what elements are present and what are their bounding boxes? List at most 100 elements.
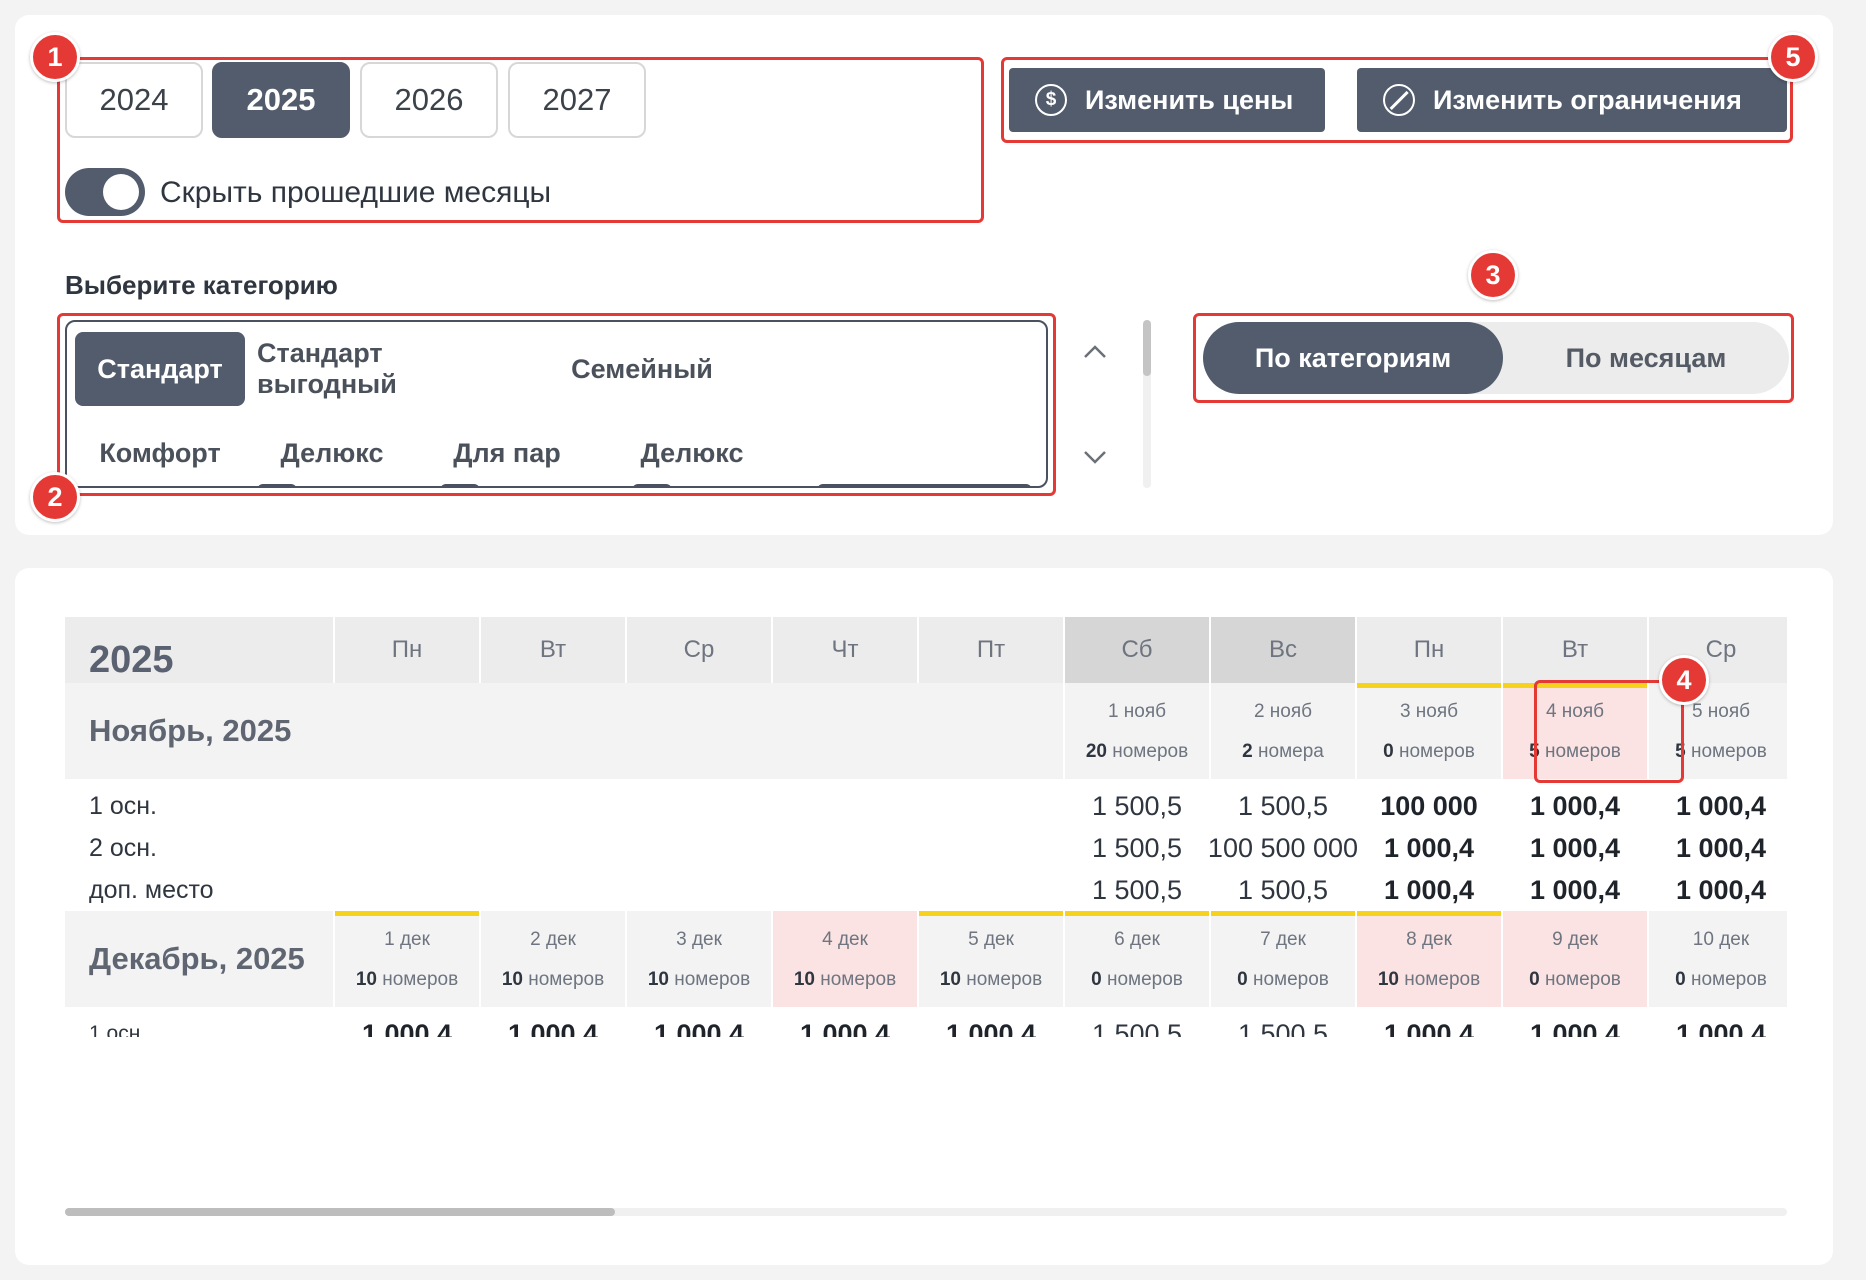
day-cell[interactable]: 3 нояб 0 номеров <box>1357 683 1501 779</box>
weekday-header: Чт <box>773 617 917 683</box>
step-marker-3: 3 <box>1468 250 1518 300</box>
day-date: 10 дек <box>1692 929 1750 950</box>
availability-bar <box>919 911 1063 916</box>
rooms-count: 0 <box>1237 969 1248 990</box>
day-date: 1 нояб <box>1107 701 1167 722</box>
day-rooms: 20 номеров <box>1065 741 1209 763</box>
grid-horizontal-scrollbar[interactable] <box>65 1208 1787 1216</box>
weekday-header: Вт <box>481 617 625 683</box>
price-cell[interactable]: 1 000,4 <box>1503 785 1647 827</box>
price-cell[interactable]: 100 500 000 <box>1208 827 1358 869</box>
price-cell[interactable]: 1 000,4 <box>627 1013 771 1038</box>
price-cell[interactable]: 1 000,4 <box>1649 827 1787 869</box>
day-date: 5 дек <box>968 929 1014 950</box>
day-cell[interactable]: 2 дек 10 номеров <box>481 911 625 1007</box>
price-cell[interactable]: 1 000,4 <box>1357 1013 1501 1038</box>
rooms-word: номеров <box>1252 969 1329 990</box>
rooms-word: номеров <box>1106 969 1183 990</box>
day-date: 3 дек <box>676 929 722 950</box>
month-title: Ноябрь, 2025 <box>65 683 1063 779</box>
price-cell[interactable]: 1 500,5 <box>1211 1013 1355 1038</box>
step-marker-4: 4 <box>1659 655 1709 705</box>
day-cell[interactable]: 3 дек 10 номеров <box>627 911 771 1007</box>
annotation-box-years <box>57 57 984 223</box>
rooms-word: номеров <box>820 969 897 990</box>
rooms-word: номеров <box>1404 969 1481 990</box>
occupancy-label: доп. место <box>89 875 214 904</box>
rooms-count: 0 <box>1383 741 1394 762</box>
day-cell[interactable]: 10 дек 0 номеров <box>1649 911 1787 1007</box>
day-rooms: 0 номеров <box>1211 969 1355 991</box>
weekday-header: Ср <box>627 617 771 683</box>
day-cell[interactable]: 1 нояб 20 номеров <box>1065 683 1209 779</box>
grid-scrollbar-thumb[interactable] <box>65 1208 615 1216</box>
day-cell[interactable]: 8 дек 10 номеров <box>1357 911 1501 1007</box>
price-cell[interactable]: 1 000,4 <box>1649 1013 1787 1038</box>
day-rooms: 10 номеров <box>1357 969 1501 991</box>
rooms-word: номеров <box>674 969 751 990</box>
price-cell[interactable]: 1 500,5 <box>1065 785 1209 827</box>
price-cell[interactable]: 1 000,4 <box>1357 827 1501 869</box>
day-cell[interactable]: 2 нояб 2 номера <box>1211 683 1355 779</box>
rooms-count: 10 <box>501 969 523 990</box>
day-rooms: 0 номеров <box>1065 969 1209 991</box>
price-cell[interactable]: 1 500,5 <box>1211 869 1355 911</box>
price-cell[interactable]: 1 000,4 <box>481 1013 625 1038</box>
price-cell[interactable]: 1 500,5 <box>1065 1013 1209 1038</box>
day-date: 1 дек <box>384 929 430 950</box>
rooms-count: 0 <box>1091 969 1102 990</box>
price-cell[interactable]: 1 000,4 <box>1357 869 1501 911</box>
price-cell[interactable]: 100 000 <box>1357 785 1501 827</box>
price-cell[interactable]: 1 500,5 <box>1065 869 1209 911</box>
step-marker-1: 1 <box>30 32 80 82</box>
day-rooms: 10 номеров <box>627 969 771 991</box>
price-cell[interactable]: 1 500,5 <box>1211 785 1355 827</box>
day-cell[interactable]: 7 дек 0 номеров <box>1211 911 1355 1007</box>
day-rooms: 0 номеров <box>1649 969 1787 991</box>
day-cell[interactable]: 4 дек 10 номеров <box>773 911 917 1007</box>
day-date: 6 дек <box>1114 929 1160 950</box>
price-cell[interactable]: 1 000,4 <box>1503 827 1647 869</box>
price-cell[interactable]: 1 000,4 <box>1649 869 1787 911</box>
rooms-word: номеров <box>966 969 1043 990</box>
day-cell[interactable]: 5 дек 10 номеров <box>919 911 1063 1007</box>
rooms-count: 10 <box>1377 969 1399 990</box>
rooms-word: номеров <box>1398 741 1475 762</box>
day-cell[interactable]: 1 дек 10 номеров <box>335 911 479 1007</box>
category-scrollbar-thumb[interactable] <box>1143 320 1151 376</box>
rooms-count: 10 <box>939 969 961 990</box>
rooms-count: 20 <box>1085 741 1107 762</box>
day-date: 2 нояб <box>1253 701 1313 722</box>
day-date: 4 дек <box>822 929 868 950</box>
price-cell[interactable]: 1 500,5 <box>1065 827 1209 869</box>
scroll-up-button[interactable] <box>1080 337 1110 367</box>
annotation-box-cell <box>1534 680 1684 783</box>
day-rooms: 2 номера <box>1211 741 1355 763</box>
price-cell[interactable]: 1 000,4 <box>773 1013 917 1038</box>
weekday-header: Пт <box>919 617 1063 683</box>
day-rooms: 0 номеров <box>1503 969 1647 991</box>
rooms-word: номеров <box>528 969 605 990</box>
weekday-header: Пн <box>335 617 479 683</box>
day-cell[interactable]: 9 дек 0 номеров <box>1503 911 1647 1007</box>
price-cell[interactable]: 1 000,4 <box>1503 869 1647 911</box>
day-cell[interactable]: 6 дек 0 номеров <box>1065 911 1209 1007</box>
price-cell[interactable]: 1 000,4 <box>919 1013 1063 1038</box>
rooms-count: 0 <box>1675 969 1686 990</box>
rooms-word: номеров <box>382 969 459 990</box>
rooms-count: 0 <box>1529 969 1540 990</box>
rooms-count: 2 <box>1242 741 1253 762</box>
annotation-box-categories <box>57 313 1056 496</box>
step-marker-2: 2 <box>30 472 80 522</box>
rooms-word: номеров <box>1690 969 1767 990</box>
weekday-header: Вс <box>1211 617 1355 683</box>
price-cell[interactable]: 1 000,4 <box>1503 1013 1647 1038</box>
scroll-down-button[interactable] <box>1080 442 1110 472</box>
price-cell[interactable]: 1 000,4 <box>335 1013 479 1038</box>
day-rooms: 10 номеров <box>335 969 479 991</box>
category-scrollbar[interactable] <box>1143 320 1151 488</box>
availability-bar <box>1357 911 1501 916</box>
availability-bar <box>1065 911 1209 916</box>
rooms-word: номеров <box>1690 741 1767 762</box>
price-cell[interactable]: 1 000,4 <box>1649 785 1787 827</box>
